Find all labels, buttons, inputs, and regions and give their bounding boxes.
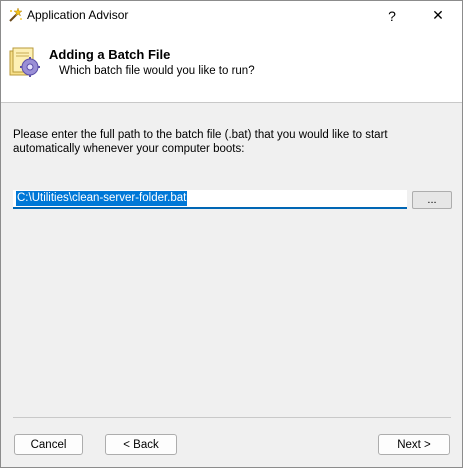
close-icon: ✕ <box>432 7 444 23</box>
footer-divider <box>13 417 451 418</box>
application-advisor-window: Application Advisor ? ✕ Adding a Batch F… <box>0 0 463 468</box>
path-input-value: C:\Utilities\clean-server-folder.bat <box>16 191 188 206</box>
header-title: Adding a Batch File <box>49 47 171 62</box>
instructions-text: Please enter the full path to the batch … <box>13 129 388 155</box>
batch-file-gear-icon <box>9 47 40 77</box>
wizard-header: Adding a Batch File Which batch file wou… <box>1 30 462 103</box>
wizard-wand-icon <box>9 7 23 22</box>
close-button[interactable]: ✕ <box>415 1 461 30</box>
help-button[interactable]: ? <box>369 1 415 30</box>
next-button[interactable]: Next > <box>378 434 450 455</box>
window-title: Application Advisor <box>27 8 129 22</box>
help-icon: ? <box>388 7 396 24</box>
cancel-button[interactable]: Cancel <box>14 434 83 455</box>
title-bar: Application Advisor ? ✕ <box>1 1 462 30</box>
batch-file-path-input[interactable]: C:\Utilities\clean-server-folder.bat <box>13 190 407 209</box>
browse-button[interactable]: ... <box>412 191 452 209</box>
header-subtitle: Which batch file would you like to run? <box>59 65 255 77</box>
back-button[interactable]: < Back <box>105 434 177 455</box>
